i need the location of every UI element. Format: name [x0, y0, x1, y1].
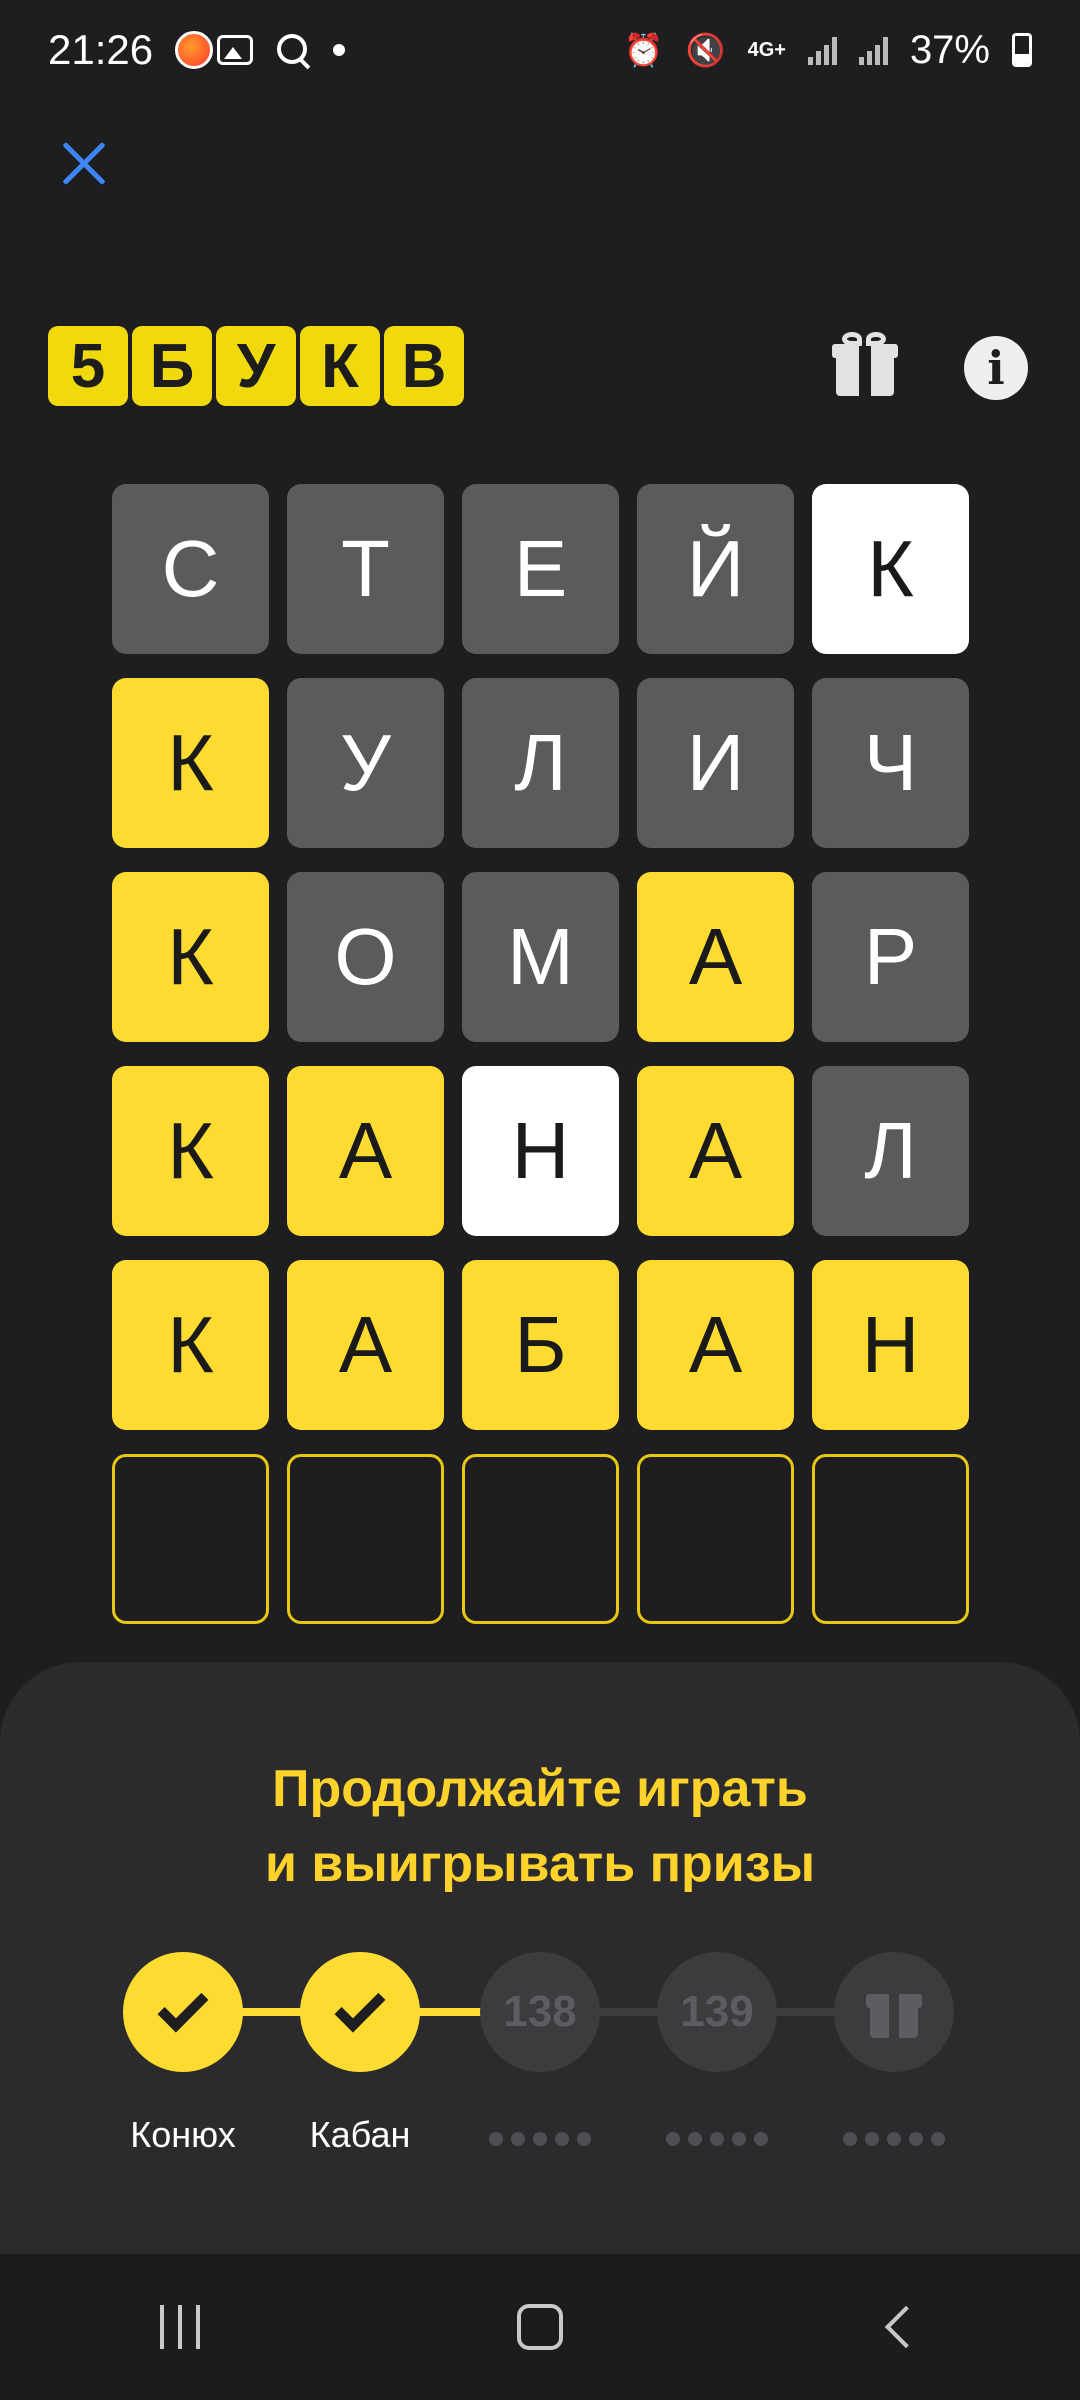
logo-letter: Б — [132, 326, 212, 406]
logo-letter: К — [300, 326, 380, 406]
sheet-title: Продолжайте играть и выигрывать призы — [0, 1752, 1080, 1902]
letter-tile-correct: А — [287, 1066, 444, 1236]
check-icon — [157, 1981, 209, 2033]
letter-tile-absent: Л — [462, 678, 619, 848]
level-number: 138 — [503, 1987, 577, 2036]
home-button[interactable] — [480, 2277, 600, 2377]
level-step — [300, 1952, 420, 2072]
letter-tile-present: К — [812, 484, 969, 654]
hidden-word-dots — [440, 2132, 640, 2146]
dot-icon — [333, 44, 346, 56]
letter-tile-correct: Н — [812, 1260, 969, 1430]
battery-percent: 37% — [909, 27, 990, 72]
hidden-word-dots — [617, 2132, 817, 2146]
navigation-bar — [0, 2254, 1080, 2400]
sheet-title-line2: и выигрывать призы — [264, 1835, 816, 1893]
status-time: 21:26 — [48, 26, 154, 73]
app-notification-icon — [175, 31, 214, 69]
sheet-title-line1: Продолжайте играть — [272, 1760, 808, 1818]
recents-icon — [160, 2305, 200, 2349]
letter-tile-correct: К — [112, 678, 269, 848]
info-button[interactable]: i — [964, 336, 1028, 400]
letter-tile-present: Н — [462, 1066, 619, 1236]
game-logo: 5БУКВ — [48, 326, 464, 406]
letter-tile-absent: Е — [462, 484, 619, 654]
signal-icon — [858, 35, 888, 65]
letter-tile-absent: У — [287, 678, 444, 848]
letter-tile-absent: О — [287, 872, 444, 1042]
alarm-icon: ⏰ — [623, 32, 664, 68]
progress-connector — [233, 2008, 310, 2016]
letter-tile-absent: С — [112, 484, 269, 654]
letter-tile-correct: А — [637, 1066, 794, 1236]
logo-letter: 5 — [48, 326, 128, 406]
letter-tile-empty — [462, 1454, 619, 1624]
battery-icon — [1012, 33, 1032, 67]
letter-tile-correct: А — [287, 1260, 444, 1430]
level-progress: Конюх Кабан 138 139 — [0, 1952, 1080, 2155]
letter-tile-absent: Й — [637, 484, 794, 654]
level-label: Конюх — [130, 2114, 236, 2155]
progress-connector — [590, 2008, 667, 2016]
level-step: 139 — [657, 1952, 777, 2072]
logo-letter: У — [216, 326, 296, 406]
letter-tile-correct: К — [112, 872, 269, 1042]
gift-button[interactable] — [832, 332, 898, 398]
letter-tile-absent: И — [637, 678, 794, 848]
level-number: 139 — [680, 1987, 754, 2036]
logo-letter: В — [384, 326, 464, 406]
gallery-icon — [217, 35, 254, 65]
back-icon — [884, 2305, 928, 2349]
letter-tile-absent: Ч — [812, 678, 969, 848]
status-bar: 21:26 ⏰ 🔇 4G+ 37% — [0, 0, 1080, 100]
search-icon — [275, 32, 311, 68]
back-button[interactable] — [840, 2277, 960, 2377]
level-label: Кабан — [309, 2114, 411, 2155]
gift-icon — [866, 1984, 922, 2040]
letter-tile-correct: А — [637, 1260, 794, 1430]
signal-icon — [807, 35, 837, 65]
letter-tile-empty — [287, 1454, 444, 1624]
progress-connector — [410, 2008, 490, 2016]
check-icon — [334, 1981, 386, 2033]
letter-tile-absent: М — [462, 872, 619, 1042]
level-step: 138 — [480, 1952, 600, 2072]
level-step — [834, 1952, 954, 2072]
letter-tile-correct: Б — [462, 1260, 619, 1430]
home-icon — [517, 2304, 563, 2350]
recents-button[interactable] — [120, 2277, 240, 2377]
letter-tile-empty — [637, 1454, 794, 1624]
level-step — [123, 1952, 243, 2072]
letter-tile-empty — [812, 1454, 969, 1624]
info-icon: i — [987, 341, 1005, 395]
network-4g-icon: 4G+ — [747, 38, 786, 61]
game-screen: 21:26 ⏰ 🔇 4G+ 37% 5БУКВ i С Т Е Й К К У … — [0, 0, 1080, 2400]
hidden-word-dots — [794, 2132, 994, 2146]
progress-connector — [767, 2008, 844, 2016]
letter-tile-absent: Р — [812, 872, 969, 1042]
close-button[interactable] — [52, 132, 116, 196]
letter-tile-correct: К — [112, 1066, 269, 1236]
letter-tile-correct: К — [112, 1260, 269, 1430]
progress-sheet: Продолжайте играть и выигрывать призы Ко… — [0, 1662, 1080, 2254]
letter-tile-absent: Т — [287, 484, 444, 654]
mute-icon: 🔇 — [685, 32, 726, 68]
letter-tile-correct: А — [637, 872, 794, 1042]
game-board: СТЕЙККУЛИЧКОМАРКАНАЛКАБАН — [112, 484, 969, 1624]
letter-tile-absent: Л — [812, 1066, 969, 1236]
letter-tile-empty — [112, 1454, 269, 1624]
